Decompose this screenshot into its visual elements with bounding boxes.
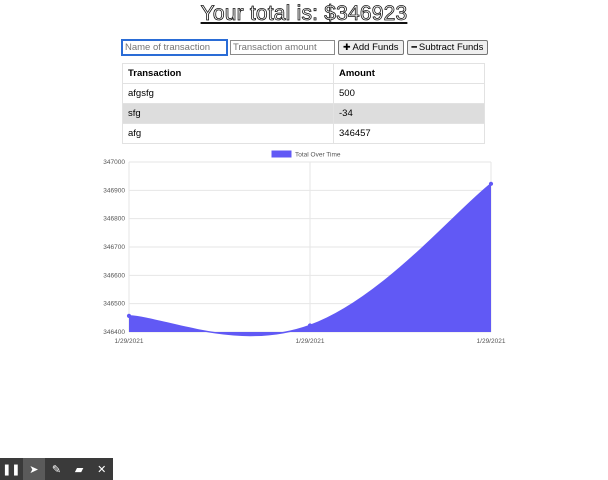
eraser-icon[interactable]: ▰ xyxy=(68,458,91,480)
close-icon[interactable]: ✕ xyxy=(90,458,113,480)
table-header-row: Transaction Amount xyxy=(122,63,485,84)
x-tick-label: 1/29/2021 xyxy=(296,338,325,345)
y-tick-label: 346800 xyxy=(103,216,125,223)
data-point xyxy=(307,323,313,328)
table-row: sfg -34 xyxy=(122,103,485,124)
x-tick-label: 1/29/2021 xyxy=(477,338,506,345)
pointer-icon[interactable]: ➤ xyxy=(22,458,46,480)
y-tick-label: 346700 xyxy=(103,244,125,251)
transaction-amount-cell: 500 xyxy=(333,83,485,104)
transaction-amount-input[interactable] xyxy=(230,39,335,55)
table-row: afgsfg 500 xyxy=(122,83,485,104)
pause-icon[interactable]: ❚❚ xyxy=(0,458,23,480)
recording-toolbar: ❚❚ ➤ ✎ ▰ ✕ xyxy=(0,458,113,480)
transaction-amount-cell: 346457 xyxy=(333,123,485,144)
pen-icon[interactable]: ✎ xyxy=(45,458,68,480)
total-heading: Your total is: $346923 xyxy=(200,2,408,26)
transaction-form: ✚ Add Funds ━ Subtract Funds xyxy=(121,38,491,56)
table-row: afg 346457 xyxy=(122,123,485,144)
transaction-name-input[interactable] xyxy=(121,38,228,56)
plus-icon: ✚ xyxy=(343,41,351,52)
transactions-table: Transaction Amount afgsfg 500 sfg -34 af… xyxy=(122,63,485,144)
subtract-funds-label: Subtract Funds xyxy=(418,41,484,53)
data-point xyxy=(488,181,494,186)
y-tick-label: 346400 xyxy=(103,329,125,336)
y-tick-label: 346600 xyxy=(103,272,125,279)
y-tick-label: 346500 xyxy=(103,301,125,308)
column-header-transaction: Transaction xyxy=(122,63,334,84)
y-tick-label: 346900 xyxy=(103,187,125,194)
transaction-name-cell: afg xyxy=(122,123,334,144)
legend-swatch xyxy=(271,150,292,158)
chart-svg: 346400 346500 346600 346700 346800 346900 3470… xyxy=(103,150,506,345)
page: Your total is: $346923 ✚ Add Funds ━ Sub… xyxy=(0,0,608,480)
column-header-amount: Amount xyxy=(333,63,485,84)
data-point xyxy=(126,313,132,318)
total-over-time-chart: 346400 346500 346600 346700 346800 346900 3470… xyxy=(100,148,510,348)
transaction-amount-cell: -34 xyxy=(333,103,485,124)
subtract-funds-button[interactable]: ━ Subtract Funds xyxy=(406,39,489,55)
add-funds-button[interactable]: ✚ Add Funds xyxy=(338,39,404,55)
transaction-name-cell: afgsfg xyxy=(122,83,334,104)
add-funds-label: Add Funds xyxy=(352,41,399,53)
legend-label: Total Over Time xyxy=(295,152,341,159)
x-tick-label: 1/29/2021 xyxy=(115,338,144,345)
y-tick-label: 347000 xyxy=(103,159,125,166)
minus-icon: ━ xyxy=(411,41,417,52)
transaction-name-cell: sfg xyxy=(122,103,334,124)
